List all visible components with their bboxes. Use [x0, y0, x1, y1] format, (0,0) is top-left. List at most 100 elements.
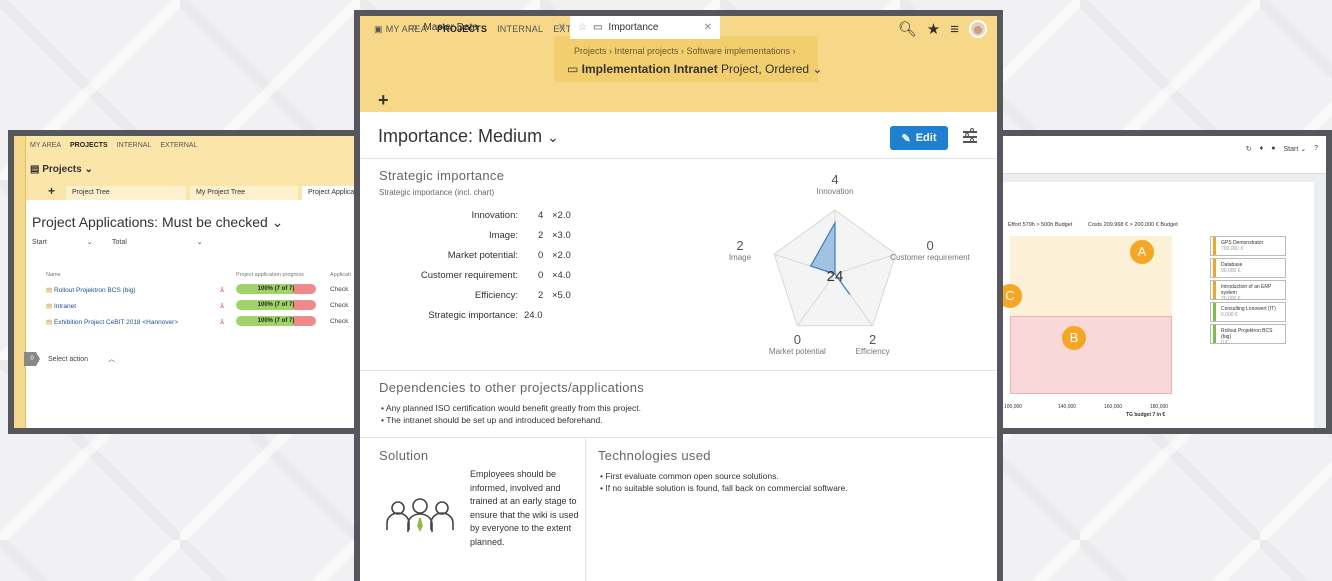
column-application[interactable]: Applicati: [330, 272, 351, 278]
radar-axis-value: 0: [794, 332, 801, 347]
pdf-icon[interactable]: ⅄: [220, 286, 224, 294]
radar-axis-value: 0: [926, 238, 933, 253]
select-action-label: Select action: [48, 355, 89, 363]
left-tab-bar: + Project Tree My Project Tree Project A…: [26, 184, 362, 200]
column-name[interactable]: Name: [46, 272, 61, 278]
radar-axis-value: 4: [831, 172, 838, 187]
nav-internal[interactable]: INTERNAL: [117, 142, 152, 149]
legend-item[interactable]: GPS Demonstrator 700,000 €: [1210, 236, 1286, 256]
tab-project-tree[interactable]: Project Tree: [66, 186, 186, 200]
folder-icon: ▭: [408, 22, 418, 33]
chevron-down-icon: ⌄: [547, 129, 559, 145]
criterion-row: Innovation:: [471, 210, 518, 221]
bell-icon[interactable]: ♦: [1260, 145, 1264, 153]
table-row[interactable]: ▤ Rollout Projektron BCS (big) ⅄ 100% (7…: [14, 284, 362, 300]
nav-external[interactable]: EXTERNAL: [160, 142, 197, 149]
axis-tick: 100,000: [1004, 404, 1023, 410]
portfolio-chart-window: ↻ ♦ ● Start ⌄ ? Effort 579h > 500h Budge…: [960, 130, 1332, 434]
avatar[interactable]: [969, 20, 987, 38]
criterion-weight: ×2.0: [552, 210, 571, 221]
list-item: • If no suitable solution is found, fall…: [600, 483, 848, 493]
menu-icon[interactable]: ≡: [950, 21, 959, 38]
tab-my-project-tree[interactable]: My Project Tree: [190, 186, 298, 200]
folder-icon: ▤: [46, 287, 54, 294]
navigation-strip[interactable]: [14, 136, 26, 428]
radar-axis-value: 2: [736, 238, 743, 253]
quadrant-a-marker[interactable]: A: [1130, 240, 1154, 264]
status-cell: Check: [330, 286, 349, 293]
radar-axis-label: Efficiency: [856, 347, 890, 356]
axis-tick: 180,000: [1150, 404, 1169, 410]
axis-tick: 160,000: [1104, 404, 1123, 410]
legend-item[interactable]: Database 90,000 €: [1210, 258, 1286, 278]
criterion-value: 0: [538, 270, 544, 281]
folder-icon: ▭: [567, 62, 582, 76]
star-outline-icon[interactable]: ☆: [578, 22, 587, 33]
radar-center-value: 24: [827, 268, 844, 285]
project-title[interactable]: ▭ Implementation Intranet Project, Order…: [567, 62, 822, 76]
projects-dropdown[interactable]: ▤ Projects ⌄: [30, 164, 93, 175]
start-menu[interactable]: Start ⌄: [1283, 145, 1306, 153]
pdf-icon[interactable]: ⅄: [220, 302, 224, 310]
criterion-weight: ×3.0: [552, 230, 571, 241]
nav-projects[interactable]: PROJECTS: [70, 142, 108, 149]
axis-tick: 140,000: [1058, 404, 1077, 410]
legend-item[interactable]: Rollout Projektron BCS (big) 0 €: [1210, 324, 1286, 346]
divider: [360, 437, 997, 438]
dependencies-heading: Dependencies to other projects/applicati…: [379, 380, 645, 395]
progress-bar: 100% (7 of 7): [236, 316, 316, 326]
total-value: 24.0: [524, 310, 543, 321]
project-selector[interactable]: Projects › Internal projects › Software …: [554, 36, 822, 82]
add-tab-icon[interactable]: +: [48, 184, 55, 198]
criterion-value: 0: [538, 250, 544, 261]
column-progress[interactable]: Project application progress: [236, 272, 304, 278]
settings-sliders-icon[interactable]: [963, 128, 977, 144]
tab-importance[interactable]: ☆ ▭ Importance ✕: [570, 16, 720, 39]
user-icon[interactable]: ●: [1271, 145, 1275, 153]
right-header: ↻ ♦ ● Start ⌄ ?: [966, 136, 1326, 174]
select-action[interactable]: 0 Select action ︿: [24, 352, 115, 366]
close-icon[interactable]: ✕: [558, 22, 566, 33]
folder-icon: ▤: [46, 303, 54, 310]
edit-icon: ✎: [901, 132, 911, 145]
refresh-icon[interactable]: ↻: [1246, 145, 1252, 153]
star-icon[interactable]: ★: [927, 20, 940, 38]
table-row[interactable]: ▤ Intranet ⅄ 100% (7 of 7) Check: [14, 300, 362, 316]
filter-start[interactable]: Start ⌄: [32, 238, 93, 246]
radar-axis-label: Market potential: [769, 347, 826, 356]
criterion-value: 2: [538, 290, 544, 301]
solution-text: Employees should be informed, involved a…: [470, 469, 579, 547]
nav-my-area[interactable]: MY AREA: [30, 142, 61, 149]
radar-axis-value: 2: [869, 332, 876, 347]
axis-label: TG budget 7 in €: [1126, 412, 1166, 418]
edit-button[interactable]: ✎ Edit: [890, 126, 948, 150]
tab-master-data[interactable]: ▭ Master Data ✕: [400, 16, 574, 39]
folder-icon: ▤: [30, 164, 43, 175]
left-page-title[interactable]: Project Applications: Must be checked ⌄: [32, 214, 283, 231]
table-row[interactable]: ▤ Exhibition Project CeBIT 2018 <Hannove…: [14, 316, 362, 332]
close-icon[interactable]: ✕: [704, 22, 712, 33]
criterion-value: 4: [538, 210, 544, 221]
page-title[interactable]: Importance: Medium ⌄: [378, 126, 559, 147]
criterion-value: 2: [538, 230, 544, 241]
criterion-weight: ×5.0: [552, 290, 571, 301]
projects-label: Projects: [42, 164, 82, 175]
project-applications-window: MY AREA PROJECTS INTERNAL EXTERNAL ▤ Pro…: [8, 130, 368, 434]
folder-icon: ▤: [46, 319, 54, 326]
help-icon[interactable]: ?: [1314, 145, 1318, 153]
strategic-subheading: Strategic importance (incl. chart): [379, 188, 495, 197]
search-icon[interactable]: 🔍︎: [898, 20, 917, 38]
effort-subtitle: Effort 579h > 500h Budget: [1008, 222, 1073, 228]
criterion-row: Efficiency:: [474, 290, 518, 301]
filter-total[interactable]: Total ⌄: [112, 238, 203, 246]
add-tab-icon[interactable]: +: [378, 89, 389, 111]
criterion-row: Market potential:: [447, 250, 518, 261]
criterion-weight: ×4.0: [552, 270, 571, 281]
pdf-icon[interactable]: ⅄: [220, 318, 224, 326]
quadrant-b-marker[interactable]: B: [1062, 326, 1086, 350]
strategic-heading: Strategic importance: [379, 168, 505, 183]
legend-item[interactable]: Introduction of an ERP system 70,000 €: [1210, 280, 1286, 302]
radar-axis-label: Innovation: [817, 187, 854, 196]
legend-item[interactable]: Consulting Lonowert (IT) 6,000 €: [1210, 302, 1286, 322]
breadcrumb[interactable]: Projects › Internal projects › Software …: [574, 46, 796, 56]
